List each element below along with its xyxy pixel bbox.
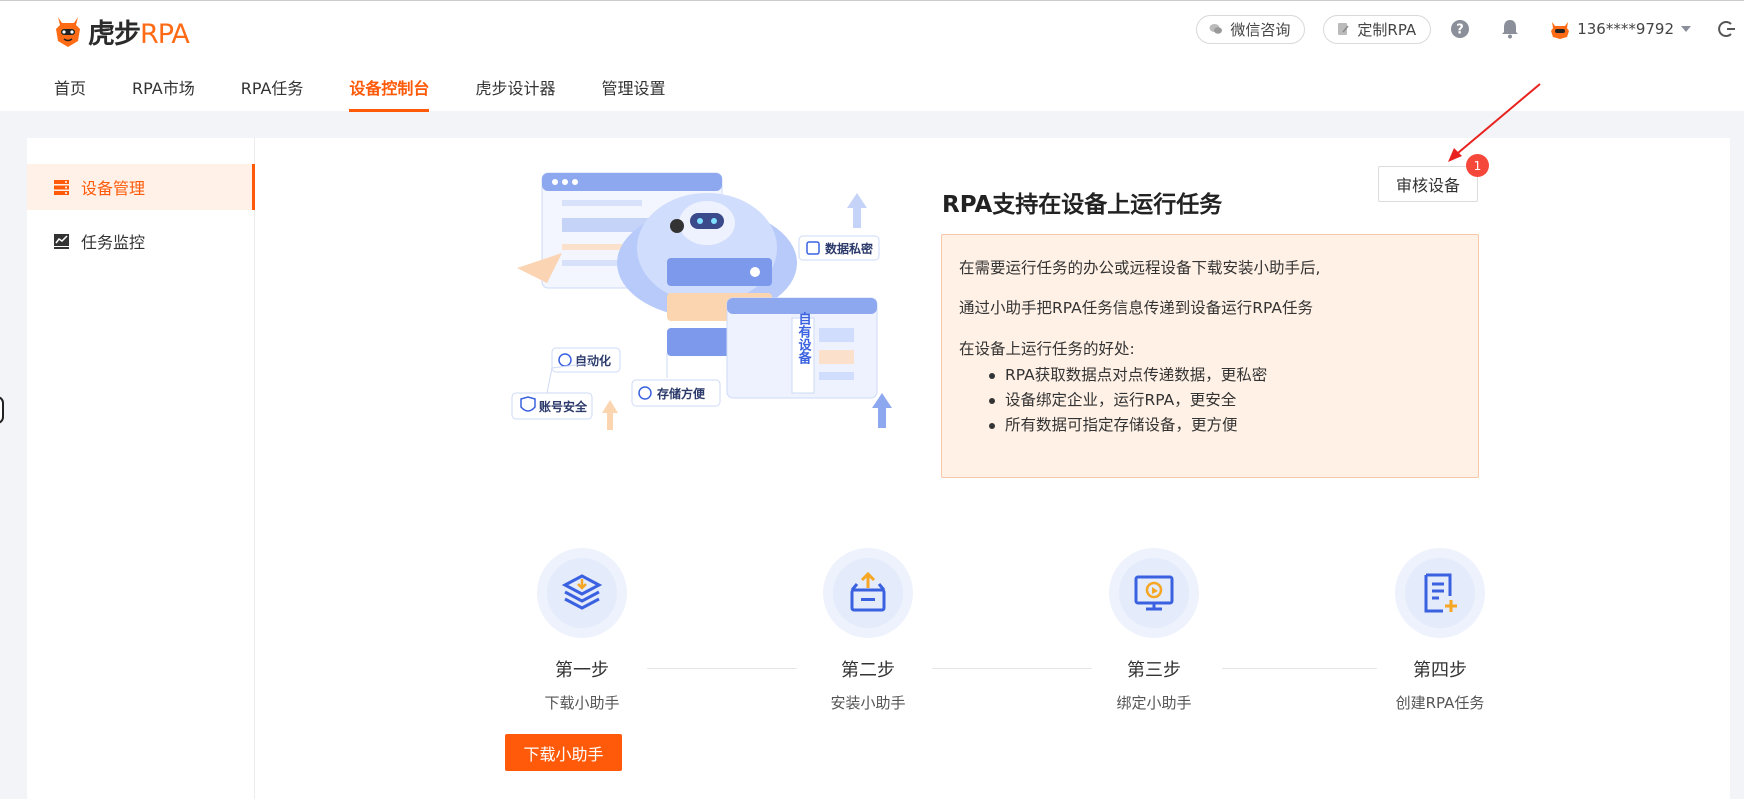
audit-device-button[interactable]: 审核设备 — [1378, 166, 1478, 202]
server-icon — [54, 179, 69, 195]
bell-icon — [1502, 20, 1519, 39]
brand-logo[interactable]: 虎步RPA — [52, 11, 190, 51]
step-connector — [647, 668, 797, 669]
nav-rpa-tasks[interactable]: RPA任务 — [241, 63, 304, 112]
nav-admin-settings[interactable]: 管理设置 — [601, 63, 665, 112]
download-box-icon — [561, 574, 603, 610]
storage-tag: 存储方便 — [631, 379, 721, 407]
nav-rpa-market[interactable]: RPA市场 — [132, 63, 195, 112]
info-box: 在需要运行任务的办公或远程设备下载安装小助手后, 通过小助手把RPA任务信息传递… — [941, 234, 1479, 478]
help-button[interactable]: ? — [1449, 18, 1471, 40]
caret-down-icon — [1681, 26, 1691, 32]
monitor-bind-icon — [1134, 575, 1174, 611]
logout-icon[interactable] — [1718, 20, 1736, 38]
avatar — [1551, 22, 1570, 39]
notification-button[interactable] — [1499, 18, 1521, 40]
own-device-label: 自有设备 — [796, 311, 813, 365]
tiger-mascot-icon — [56, 17, 80, 47]
svg-text:自动化: 自动化 — [575, 353, 611, 368]
annotation-arrow-icon — [1448, 83, 1541, 162]
install-box-icon — [850, 571, 886, 612]
step-3: 第三步 绑定小助手 — [1079, 548, 1229, 713]
nav-home[interactable]: 首页 — [54, 63, 86, 112]
device-cloud-illustration: 自有设备 数据私密 自动化 账号安全 存储方便 — [511, 172, 892, 430]
wechat-consult-button[interactable]: 微信咨询 — [1196, 14, 1306, 44]
svg-text:账号安全: 账号安全 — [539, 399, 588, 414]
sidebar-item-device-management[interactable]: 设备管理 — [27, 164, 255, 210]
step-connector — [932, 668, 1092, 669]
info-line-1: 在需要运行任务的办公或远程设备下载安装小助手后, — [959, 259, 1321, 277]
privacy-tag: 数据私密 — [798, 235, 880, 261]
wechat-icon — [1209, 24, 1223, 34]
step-connector — [1222, 668, 1377, 669]
main-nav: 首页 RPA市场 RPA任务 设备控制台 虎步设计器 管理设置 — [54, 63, 711, 112]
download-assistant-button[interactable]: 下载小助手 — [505, 734, 622, 771]
svg-text:存储方便: 存储方便 — [656, 386, 706, 401]
create-task-icon — [1424, 573, 1457, 613]
automation-tag: 自动化 — [551, 347, 621, 373]
custom-rpa-button[interactable]: 定制RPA — [1323, 14, 1432, 44]
benefits-title: 在设备上运行任务的好处: — [959, 339, 1135, 358]
sidebar: 设备管理 任务监控 — [27, 138, 255, 799]
page-headline: RPA支持在设备上运行任务 — [942, 192, 1223, 218]
brand-name: 虎步RPA — [88, 18, 190, 50]
setup-steps: 第一步 下载小助手 第二步 安装小助手 第三步 绑定小助手 第四步 创建RPA任… — [507, 548, 1517, 778]
help-icon: ? — [1451, 20, 1470, 38]
step-2: 第二步 安装小助手 — [793, 548, 943, 713]
sidebar-item-task-monitor[interactable]: 任务监控 — [27, 218, 255, 264]
header-actions: 微信咨询 定制RPA ? 136****9792 — [1196, 14, 1744, 44]
list-item: 所有数据可指定存储设备，更方便 — [989, 413, 1461, 438]
edge-handle[interactable] — [0, 396, 4, 424]
account-security-tag: 账号安全 — [511, 392, 593, 420]
list-item: 设备绑定企业，运行RPA，更安全 — [989, 388, 1461, 413]
svg-text:数据私密: 数据私密 — [825, 241, 873, 256]
benefits-list: RPA获取数据点对点传递数据，更私密 设备绑定企业，运行RPA，更安全 所有数据… — [959, 363, 1461, 438]
edit-doc-icon — [1338, 23, 1349, 35]
info-line-2: 通过小助手把RPA任务信息传递到设备运行RPA任务 — [959, 299, 1313, 318]
nav-designer[interactable]: 虎步设计器 — [475, 63, 555, 112]
nav-device-console[interactable]: 设备控制台 — [349, 63, 430, 112]
list-item: RPA获取数据点对点传递数据，更私密 — [989, 363, 1461, 388]
step-1: 第一步 下载小助手 — [507, 548, 657, 713]
user-menu[interactable]: 136****9792 — [1549, 18, 1692, 40]
svg-text:?: ? — [1456, 23, 1464, 38]
chart-icon — [54, 233, 69, 249]
step-4: 第四步 创建RPA任务 — [1365, 548, 1515, 713]
content-panel: 设备管理 任务监控 自有设备 数据私密 自动化 账号安全 存储方便 RPA支持在… — [27, 138, 1730, 799]
